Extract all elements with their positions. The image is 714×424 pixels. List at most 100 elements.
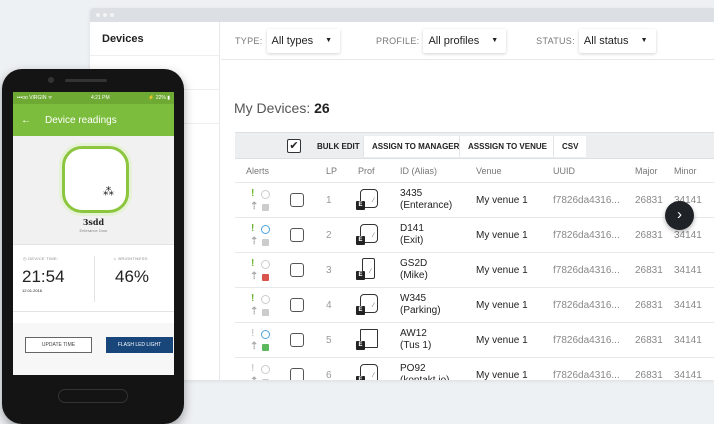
col-major[interactable]: Major [635,166,658,176]
alerts-cell: ! ⇡ [250,293,272,319]
row-checkbox[interactable] [290,193,304,207]
col-lp[interactable]: LP [326,166,337,176]
status-filter-value: All status [583,34,629,47]
row-checkbox[interactable] [290,298,304,312]
row-lp: 4 [326,300,332,311]
upload-arrow-icon: ⇡ [250,376,258,380]
major-cell: 26831 [635,195,663,206]
table-row[interactable]: ! ⇡ 1 ⁄ E 3435 (Enterance) My venue 1 f7… [235,183,714,218]
phone-speaker [65,79,107,82]
device-id-cell[interactable]: 3435 (Enterance) [400,188,452,212]
type-filter-select[interactable]: All types ▼ [266,28,341,53]
sidebar-item-devices[interactable]: Devices [90,22,219,56]
device-id-cell[interactable]: W345 (Parking) [400,293,441,317]
lock-icon [262,274,269,281]
venue-cell[interactable]: My venue 1 [476,370,528,380]
profile-filter-select[interactable]: All profiles ▼ [423,28,507,53]
e-badge-icon: E [356,341,365,350]
e-badge-icon: E [356,201,365,210]
venue-cell[interactable]: My venue 1 [476,230,528,241]
col-minor[interactable]: Minor [674,166,697,176]
device-name: 3sdd [82,217,105,227]
brightness-label: ☼ BRIGHTNESS: [113,256,149,261]
col-id[interactable]: ID (Alias) [400,166,437,176]
phone-mockup: •••oo VIRGIN ᯤ 4:21 PM ⚡ 22% ▮ ← Device … [2,69,184,424]
phone-home-button[interactable] [58,389,128,403]
major-cell: 26831 [635,335,663,346]
profile-cell: ⁄ E [356,187,380,213]
row-checkbox[interactable] [290,368,304,380]
alert-exclamation-icon: ! [251,363,255,374]
device-id: PO92 [400,363,426,374]
row-lp: 3 [326,265,332,276]
major-cell: 26831 [635,230,663,241]
status-filter-select[interactable]: All status ▼ [578,28,656,53]
window-dot[interactable] [96,13,100,17]
venue-cell[interactable]: My venue 1 [476,195,528,206]
device-id: 3435 [400,188,423,199]
update-time-button[interactable]: UPDATE TIME [25,337,92,353]
device-alias: (Enterance) [400,200,453,211]
profile-filter-value: All profiles [428,34,480,47]
next-arrow-button[interactable]: › [665,201,694,230]
device-time-value: 21:54 [22,267,65,286]
table-row[interactable]: ! ⇡ 3 ⁄ E GS2D (Mike) My venue 1 f7826da… [235,253,714,288]
table-row[interactable]: ! ⇡ 5 E AW12 (Tus 1) My venue 1 f7826da4… [235,323,714,358]
device-alias: (Tus 1) [400,340,432,351]
profile-cell: E [356,327,380,353]
table-row[interactable]: ! ⇡ 4 ⁄ E W345 (Parking) My venue 1 f782… [235,288,714,323]
flash-led-button[interactable]: FLASH LED LIGHT [106,337,173,353]
assign-manager-button[interactable]: ASSIGN TO MANAGER [363,136,468,157]
window-dot[interactable] [103,13,107,17]
uuid-cell: f7826da4316... [553,335,620,346]
alert-exclamation-icon: ! [251,328,255,339]
device-count: 26 [314,100,330,116]
venue-cell[interactable]: My venue 1 [476,265,528,276]
device-alias: (Exit) [400,235,424,246]
device-time-label: ◷ DEVICE TIME: [23,256,59,261]
device-id-cell[interactable]: D141 (Exit) [400,223,424,247]
lock-icon [262,379,269,380]
e-badge-icon: E [356,376,365,380]
e-badge-icon: E [356,271,365,280]
device-id-cell[interactable]: GS2D (Mike) [400,258,428,282]
uuid-cell: f7826da4316... [553,230,620,241]
profile-cell: ⁄ E [356,222,380,248]
device-id-cell[interactable]: PO92 (kontakt.io) [400,363,449,380]
assign-venue-button[interactable]: ASSSIGN TO VENUE [459,136,555,157]
table-row[interactable]: ! ⇡ 2 ⁄ E D141 (Exit) My venue 1 f7826da… [235,218,714,253]
alerts-cell: ! ⇡ [250,258,272,284]
profile-cell: ⁄ E [356,257,380,283]
col-venue[interactable]: Venue [476,166,502,176]
row-checkbox[interactable] [290,228,304,242]
row-checkbox[interactable] [290,333,304,347]
venue-cell[interactable]: My venue 1 [476,300,528,311]
sidebar-item-label: Devices [102,32,144,45]
table-row[interactable]: ! ⇡ 6 ⁄ E PO92 (kontakt.io) My venue 1 f… [235,358,714,380]
col-uuid[interactable]: UUID [553,166,575,176]
clock-icon [261,295,270,304]
major-cell: 26831 [635,265,663,276]
venue-cell[interactable]: My venue 1 [476,335,528,346]
stat-divider [94,256,95,302]
major-cell: 26831 [635,370,663,380]
window-dot[interactable] [110,13,114,17]
profile-filter-label: PROFILE: [376,35,420,46]
back-arrow-icon[interactable]: ← [21,115,31,126]
col-alerts[interactable]: Alerts [246,166,269,176]
device-id-cell[interactable]: AW12 (Tus 1) [400,328,431,352]
bulk-toolbar: ✔ BULK EDIT ASSIGN TO MANAGER ASSSIGN TO… [235,132,714,159]
upload-arrow-icon: ⇡ [250,271,259,282]
alerts-cell: ! ⇡ [250,328,272,354]
col-prof[interactable]: Prof [358,166,375,176]
select-all-checkbox[interactable]: ✔ [287,139,301,153]
csv-button[interactable]: CSV [553,136,587,157]
phone-camera [48,77,54,83]
carrier-text: •••oo VIRGIN ᯤ [17,95,53,101]
major-cell: 26831 [635,300,663,311]
uuid-cell: f7826da4316... [553,370,620,380]
uuid-cell: f7826da4316... [553,265,620,276]
row-checkbox[interactable] [290,263,304,277]
bulk-edit-button[interactable]: BULK EDIT [309,136,368,157]
device-hero: ⁂ 3sdd Enterance Door [13,136,174,245]
